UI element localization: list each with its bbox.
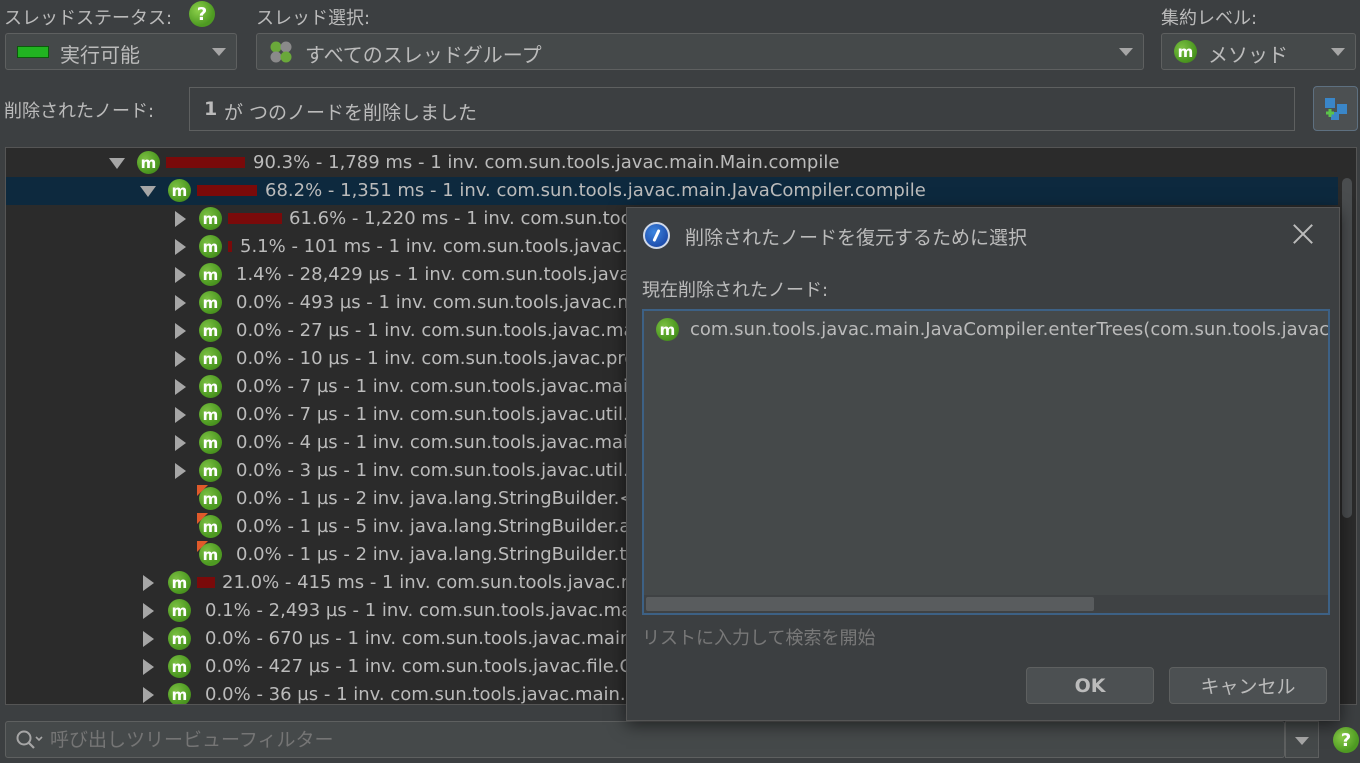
call-tree-filter[interactable] xyxy=(5,721,1285,758)
scrollbar-thumb[interactable] xyxy=(1342,178,1352,518)
method-icon: m xyxy=(199,319,222,342)
chevron-down-icon xyxy=(212,48,226,56)
method-leaf-icon: m xyxy=(197,541,222,566)
dialog-title: 削除されたノードを復元するために選択 xyxy=(685,227,1028,249)
restore-nodes-button[interactable] xyxy=(1313,86,1358,131)
expand-toggle-icon[interactable] xyxy=(143,575,154,591)
expand-toggle-icon[interactable] xyxy=(175,239,186,255)
thread-select-value: すべてのスレッドグループ xyxy=(305,43,542,67)
expand-toggle-icon[interactable] xyxy=(143,603,154,619)
removed-nodes-label: 削除されたノード: xyxy=(4,101,155,122)
chevron-down-icon xyxy=(1119,48,1133,56)
method-icon: m xyxy=(168,655,191,678)
expand-toggle-icon[interactable] xyxy=(143,687,154,703)
restore-nodes-icon xyxy=(1323,96,1349,122)
expand-toggle-icon[interactable] xyxy=(175,323,186,339)
help-icon[interactable]: ? xyxy=(189,1,215,27)
restore-nodes-dialog: 削除されたノードを復元するために選択 現在削除されたノード: m com.sun… xyxy=(626,207,1340,721)
list-item[interactable]: m com.sun.tools.javac.main.JavaCompiler.… xyxy=(656,318,1330,341)
chevron-down-icon xyxy=(1331,48,1345,56)
tree-row-label: 0.0% - 1 µs - 2 inv. java.lang.StringBui… xyxy=(236,544,692,565)
scrollbar-thumb[interactable] xyxy=(646,597,1094,611)
tree-row-label: 0.0% - 1 µs - 5 inv. java.lang.StringBui… xyxy=(236,516,688,537)
dialog-subtitle: 現在削除されたノード: xyxy=(642,280,829,301)
method-icon: m xyxy=(168,683,191,704)
percentage-bar xyxy=(197,185,257,196)
filter-history-dropdown[interactable] xyxy=(1285,721,1319,758)
method-icon: m xyxy=(199,459,222,482)
close-icon[interactable] xyxy=(1291,222,1315,246)
jprofiler-logo-icon xyxy=(643,222,670,249)
ok-button[interactable]: OK xyxy=(1026,667,1154,704)
method-icon: m xyxy=(199,347,222,370)
tree-row-selected[interactable]: m 68.2% - 1,351 ms - 1 inv. com.sun.tool… xyxy=(6,177,1338,205)
aggregation-combo[interactable]: m メソッド xyxy=(1161,33,1356,70)
method-icon: m xyxy=(199,291,222,314)
removed-nodes-list[interactable]: m com.sun.tools.javac.main.JavaCompiler.… xyxy=(642,309,1330,615)
method-icon: m xyxy=(199,263,222,286)
expand-toggle-icon[interactable] xyxy=(175,463,186,479)
method-leaf-icon: m xyxy=(197,485,222,510)
method-icon: m xyxy=(1174,40,1197,63)
cancel-button[interactable]: キャンセル xyxy=(1169,667,1327,704)
percentage-bar xyxy=(228,213,282,224)
thread-status-swatch xyxy=(17,46,49,58)
tree-row-label: 0.0% - 1 µs - 2 inv. java.lang.StringBui… xyxy=(236,488,678,509)
method-icon: m xyxy=(199,431,222,454)
method-icon: m xyxy=(168,627,191,650)
thread-select-label: スレッド選択: xyxy=(256,8,371,29)
removed-nodes-field: 1 が つのノードを削除しました xyxy=(189,87,1295,131)
expand-toggle-icon[interactable] xyxy=(175,267,186,283)
method-icon: m xyxy=(137,151,160,174)
expand-toggle-icon[interactable] xyxy=(175,351,186,367)
expand-toggle-icon[interactable] xyxy=(175,435,186,451)
removed-nodes-text: が つのノードを削除しました xyxy=(224,102,478,124)
collapse-toggle-icon[interactable] xyxy=(140,186,156,197)
method-icon: m xyxy=(199,207,222,230)
tree-vertical-scrollbar[interactable] xyxy=(1338,148,1356,704)
expand-toggle-icon[interactable] xyxy=(143,659,154,675)
method-icon: m xyxy=(199,375,222,398)
method-icon: m xyxy=(168,571,191,594)
tree-row[interactable]: m 90.3% - 1,789 ms - 1 inv. com.sun.tool… xyxy=(6,149,1338,177)
method-icon: m xyxy=(656,318,679,341)
expand-toggle-icon[interactable] xyxy=(175,295,186,311)
tree-row-label: 90.3% - 1,789 ms - 1 inv. com.sun.tools.… xyxy=(253,152,840,173)
tree-row-label: 68.2% - 1,351 ms - 1 inv. com.sun.tools.… xyxy=(265,180,926,201)
thread-select-combo[interactable]: すべてのスレッドグループ xyxy=(256,33,1144,70)
method-icon: m xyxy=(168,179,191,202)
expand-toggle-icon[interactable] xyxy=(175,407,186,423)
expand-toggle-icon[interactable] xyxy=(143,631,154,647)
percentage-bar xyxy=(166,157,245,168)
thread-status-value: 実行可能 xyxy=(60,43,140,67)
thread-status-label: スレッドステータス: xyxy=(4,8,173,29)
filter-help-icon[interactable]: ? xyxy=(1333,727,1359,753)
removed-nodes-count: 1 xyxy=(204,98,218,120)
thread-status-combo[interactable]: 実行可能 xyxy=(5,33,237,70)
list-horizontal-scrollbar[interactable] xyxy=(644,595,1328,613)
search-hint: リストに入力して検索を開始 xyxy=(642,628,876,649)
expand-toggle-icon[interactable] xyxy=(175,379,186,395)
search-icon[interactable] xyxy=(15,729,43,751)
percentage-bar xyxy=(228,241,232,252)
collapse-toggle-icon[interactable] xyxy=(109,158,125,169)
aggregation-label: 集約レベル: xyxy=(1161,8,1258,29)
thread-group-icon xyxy=(269,40,293,64)
method-icon: m xyxy=(199,403,222,426)
filter-input[interactable] xyxy=(50,726,1270,753)
aggregation-value: メソッド xyxy=(1208,43,1288,67)
percentage-bar xyxy=(197,577,215,588)
method-leaf-icon: m xyxy=(197,513,222,538)
list-item-label: com.sun.tools.javac.main.JavaCompiler.en… xyxy=(690,319,1330,340)
expand-toggle-icon[interactable] xyxy=(175,211,186,227)
method-icon: m xyxy=(168,599,191,622)
chevron-down-icon xyxy=(1295,737,1309,745)
method-icon: m xyxy=(199,235,222,258)
